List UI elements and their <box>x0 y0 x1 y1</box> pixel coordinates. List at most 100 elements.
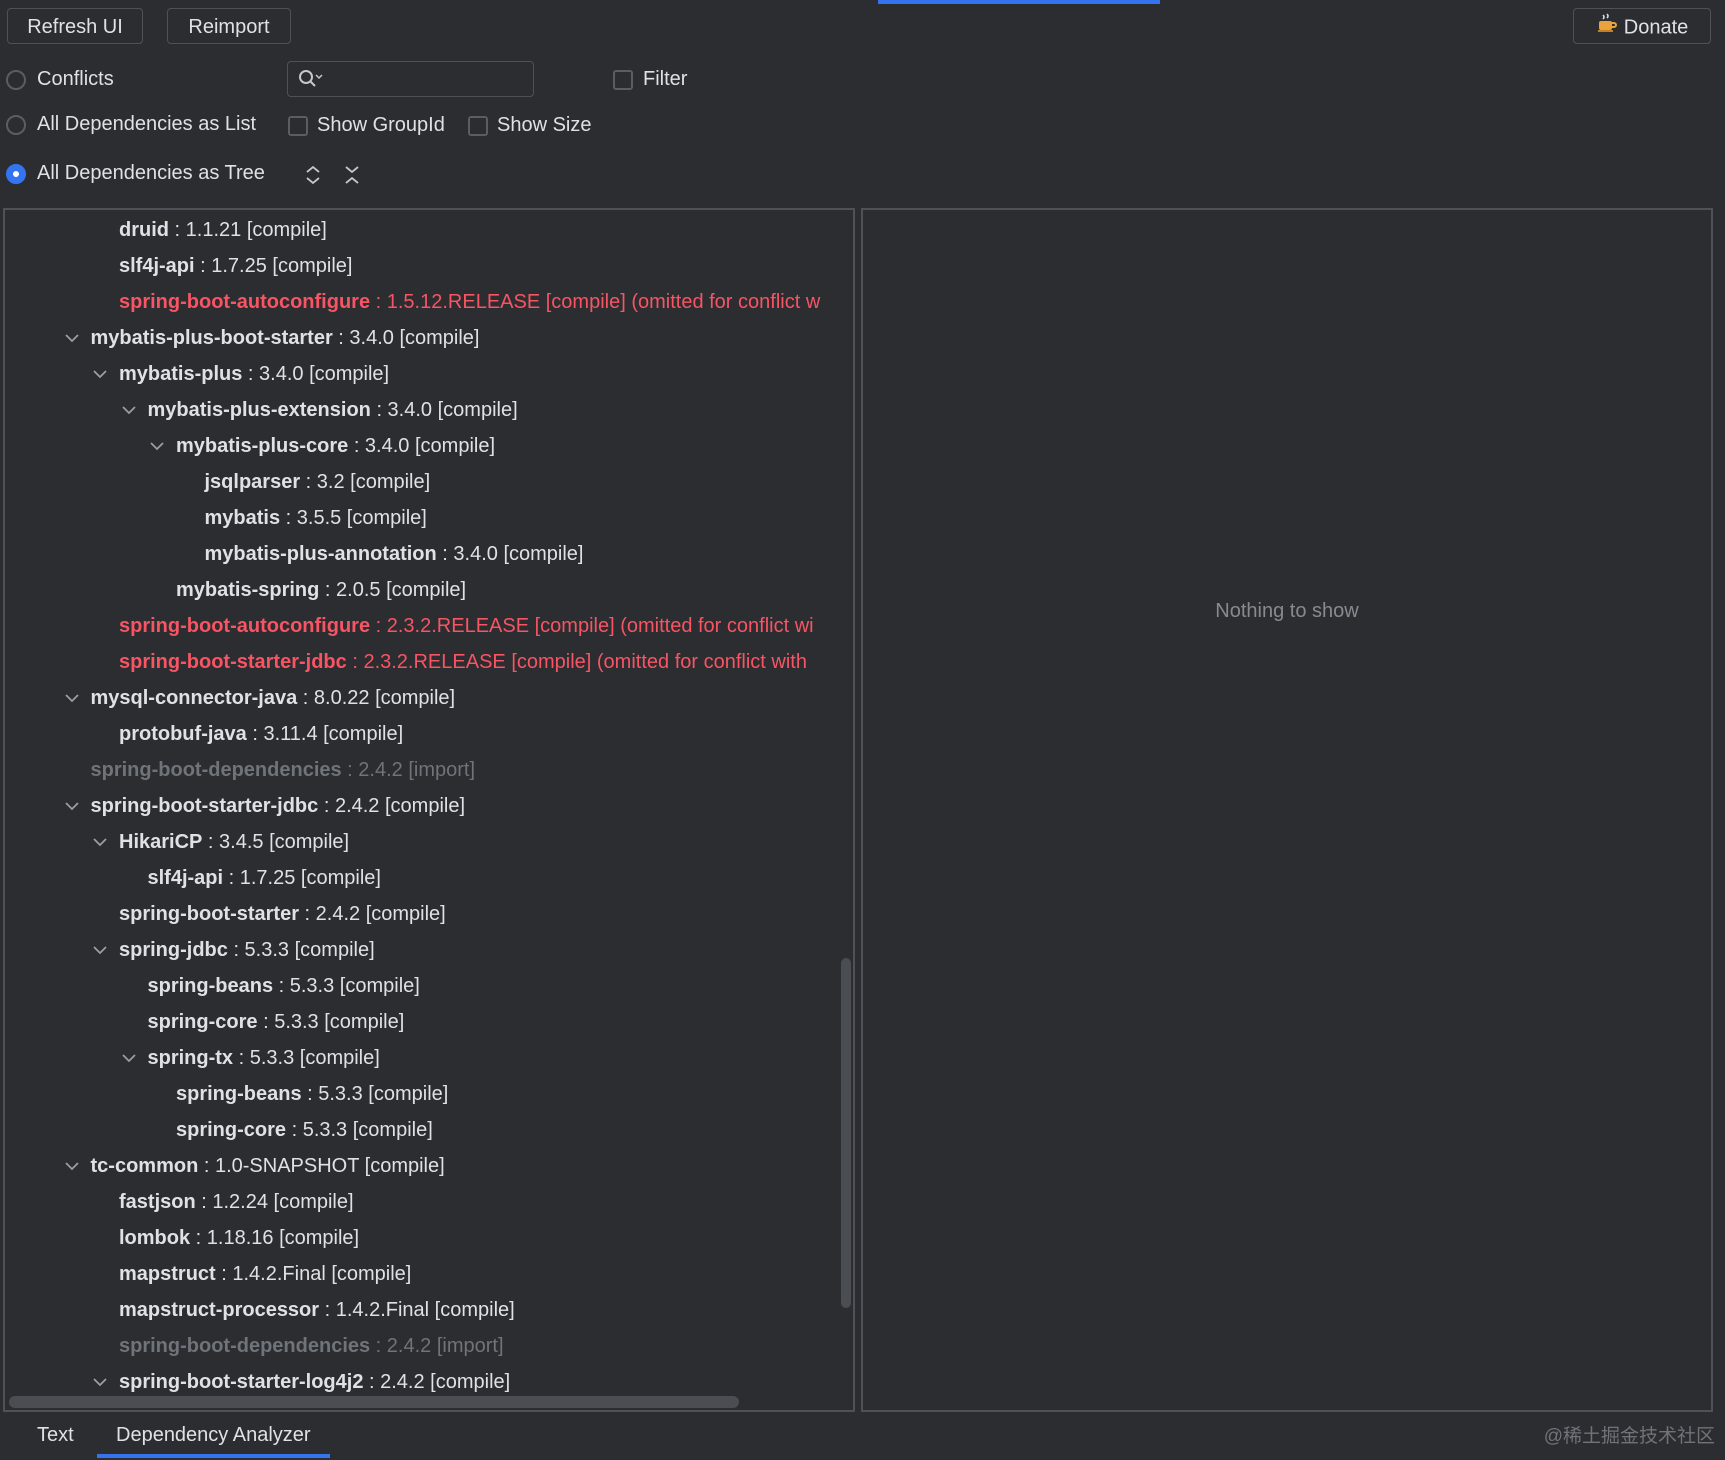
tree-mode-radio[interactable] <box>6 164 26 184</box>
tree-node[interactable]: spring-boot-dependencies : 2.4.2 [import… <box>91 752 476 788</box>
tree-node-version: : 3.4.5 [compile] <box>202 831 350 853</box>
tree-node[interactable]: spring-boot-starter : 2.4.2 [compile] <box>119 896 446 932</box>
tree-node-artifact: spring-beans <box>147 975 274 997</box>
tree-node-artifact: mybatis-plus <box>119 363 243 385</box>
tree-node[interactable]: spring-boot-starter-log4j2 : 2.4.2 [comp… <box>93 1364 511 1400</box>
tree-node[interactable]: jsqlparser : 3.2 [compile] <box>205 464 431 500</box>
horizontal-scrollbar[interactable] <box>9 1396 739 1408</box>
tree-node-artifact: mybatis-plus-extension <box>147 399 371 421</box>
tree-node[interactable]: spring-core : 5.3.3 [compile] <box>148 1004 405 1040</box>
tree-node[interactable]: spring-core : 5.3.3 [compile] <box>176 1112 433 1148</box>
chevron-down-icon[interactable] <box>92 932 108 968</box>
tree-node-version: : 2.3.2.RELEASE [compile] (omitted for c… <box>370 615 814 637</box>
tree-node-version: : 2.4.2 [compile] <box>363 1371 511 1393</box>
tree-node-artifact: tc-common <box>90 1155 199 1177</box>
tree-node-artifact: spring-beans <box>176 1083 302 1105</box>
search-icon[interactable] <box>298 69 324 94</box>
tree-node[interactable]: mapstruct-processor : 1.4.2.Final [compi… <box>119 1292 515 1328</box>
tree-node[interactable]: mybatis : 3.5.5 [compile] <box>205 500 427 536</box>
tree-node[interactable]: spring-boot-starter-jdbc : 2.3.2.RELEASE… <box>119 644 807 680</box>
tree-node[interactable]: spring-boot-starter-jdbc : 2.4.2 [compil… <box>64 788 465 824</box>
chevron-down-icon[interactable] <box>121 1040 137 1076</box>
tree-node[interactable]: mybatis-plus : 3.4.0 [compile] <box>93 356 389 392</box>
show-size-checkbox[interactable] <box>468 116 488 136</box>
tree-node[interactable]: spring-boot-autoconfigure : 1.5.12.RELEA… <box>119 284 820 320</box>
dependency-tree[interactable]: druid : 1.1.21 [compile] slf4j-api : 1.7.… <box>5 210 843 1400</box>
tree-node-version: : 3.4.0 [compile] <box>348 435 496 457</box>
tree-node-version: : 5.3.3 [compile] <box>286 1119 433 1141</box>
watermark: @稀土掘金技术社区 <box>1543 1426 1715 1447</box>
chevron-down-icon[interactable] <box>64 788 80 824</box>
tree-node[interactable]: fastjson : 1.2.24 [compile] <box>119 1184 354 1220</box>
list-mode-label[interactable]: All Dependencies as List <box>37 113 256 136</box>
donate-button[interactable]: Donate <box>1573 8 1711 44</box>
search-input[interactable] <box>287 61 534 97</box>
chevron-down-icon[interactable] <box>64 320 80 356</box>
tree-node-version: : 2.4.2 [import] <box>341 759 476 781</box>
tree-node[interactable]: mapstruct : 1.4.2.Final [compile] <box>119 1256 411 1292</box>
tree-node[interactable]: lombok : 1.18.16 [compile] <box>119 1220 359 1256</box>
tree-node[interactable]: mybatis-plus-annotation : 3.4.0 [compile… <box>205 536 584 572</box>
expand-all-icon[interactable] <box>302 164 324 191</box>
tree-node-artifact: spring-boot-starter-log4j2 <box>119 1371 364 1393</box>
tree-node-version: : 5.3.3 [compile] <box>273 975 420 997</box>
chevron-down-icon[interactable] <box>64 1148 80 1184</box>
tree-node-version: : 2.4.2 [import] <box>370 1335 504 1357</box>
tree-node[interactable]: mybatis-plus-boot-starter : 3.4.0 [compi… <box>64 320 480 356</box>
tree-node-artifact: mybatis-plus-core <box>176 435 349 457</box>
tree-node-version: : 3.4.0 [compile] <box>370 399 518 421</box>
dependency-tree-panel[interactable]: druid : 1.1.21 [compile] slf4j-api : 1.7.… <box>3 208 855 1412</box>
tree-node[interactable]: mybatis-plus-extension : 3.4.0 [compile] <box>121 392 518 428</box>
tree-node[interactable]: slf4j-api : 1.7.25 [compile] <box>148 860 381 896</box>
tree-node-version: : 1.2.24 [compile] <box>195 1191 354 1213</box>
tree-node[interactable]: mysql-connector-java : 8.0.22 [compile] <box>64 680 455 716</box>
chevron-down-icon[interactable] <box>121 392 137 428</box>
chevron-down-icon[interactable] <box>92 356 108 392</box>
collapse-all-icon[interactable] <box>341 164 363 191</box>
active-window-indicator <box>878 0 1160 4</box>
tree-node-artifact: mybatis-spring <box>176 579 320 601</box>
list-mode-radio[interactable] <box>6 115 26 135</box>
tree-node-version: : 3.4.0 [compile] <box>436 543 584 565</box>
conflicts-radio[interactable] <box>6 70 26 90</box>
tree-mode-label[interactable]: All Dependencies as Tree <box>37 162 265 185</box>
tree-node-version: : 1.7.25 [compile] <box>223 867 381 889</box>
tree-node-artifact: mapstruct <box>119 1263 216 1285</box>
tree-node[interactable]: spring-beans : 5.3.3 [compile] <box>176 1076 448 1112</box>
tree-node[interactable]: spring-boot-autoconfigure : 2.3.2.RELEAS… <box>119 608 814 644</box>
tree-node[interactable]: mybatis-plus-core : 3.4.0 [compile] <box>150 428 496 464</box>
show-groupid-label[interactable]: Show GroupId <box>317 114 445 137</box>
tree-node-artifact: spring-tx <box>147 1047 234 1069</box>
tree-node[interactable]: HikariCP : 3.4.5 [compile] <box>93 824 350 860</box>
tree-node[interactable]: tc-common : 1.0-SNAPSHOT [compile] <box>64 1148 445 1184</box>
tree-node-artifact: spring-boot-dependencies <box>90 759 342 781</box>
tree-node[interactable]: spring-tx : 5.3.3 [compile] <box>121 1040 380 1076</box>
chevron-down-icon[interactable] <box>64 680 80 716</box>
tab-text[interactable]: Text <box>37 1412 74 1458</box>
tree-node-artifact: mysql-connector-java <box>90 687 298 709</box>
tree-node-artifact: druid <box>119 219 169 241</box>
tree-node[interactable]: mybatis-spring : 2.0.5 [compile] <box>176 572 466 608</box>
tree-node-version: : 2.0.5 [compile] <box>319 579 467 601</box>
refresh-ui-button[interactable]: Refresh UI <box>7 8 143 44</box>
filter-label[interactable]: Filter <box>643 68 687 91</box>
tree-node[interactable]: druid : 1.1.21 [compile] <box>119 212 327 248</box>
tab-dependency-analyzer[interactable]: Dependency Analyzer <box>97 1412 330 1458</box>
filter-checkbox[interactable] <box>613 70 633 90</box>
show-groupid-checkbox[interactable] <box>288 116 308 136</box>
chevron-down-icon[interactable] <box>92 1364 108 1400</box>
tree-node[interactable]: slf4j-api : 1.7.25 [compile] <box>119 248 352 284</box>
tree-node-artifact: spring-core <box>147 1011 258 1033</box>
reimport-button[interactable]: Reimport <box>167 8 291 44</box>
tree-node[interactable]: spring-jdbc : 5.3.3 [compile] <box>93 932 375 968</box>
show-size-label[interactable]: Show Size <box>497 114 592 137</box>
tree-node[interactable]: spring-beans : 5.3.3 [compile] <box>148 968 420 1004</box>
tree-node-artifact: spring-boot-autoconfigure <box>119 291 371 313</box>
chevron-down-icon[interactable] <box>92 824 108 860</box>
vertical-scrollbar[interactable] <box>841 958 851 1308</box>
coffee-icon <box>1596 10 1618 46</box>
conflicts-label[interactable]: Conflicts <box>37 68 114 91</box>
tree-node[interactable]: protobuf-java : 3.11.4 [compile] <box>119 716 403 752</box>
tree-node[interactable]: spring-boot-dependencies : 2.4.2 [import… <box>119 1328 504 1364</box>
chevron-down-icon[interactable] <box>149 428 165 464</box>
